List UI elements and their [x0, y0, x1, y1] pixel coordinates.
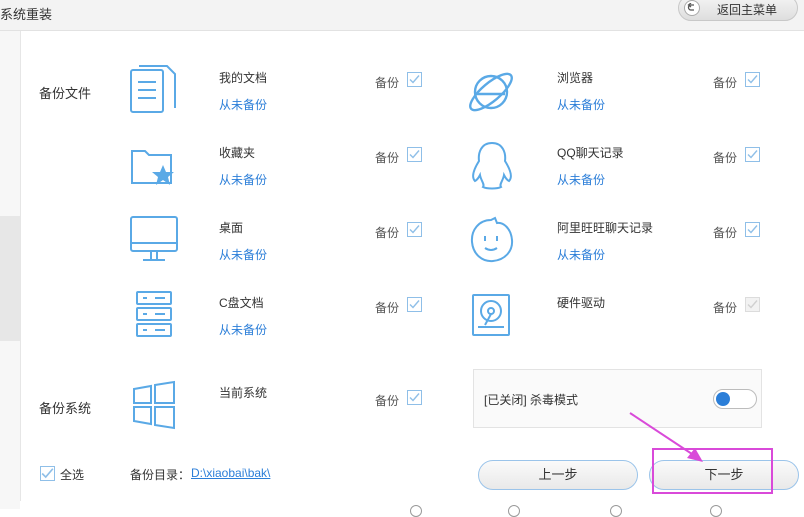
- aliwangwang-icon: [467, 214, 517, 268]
- backup-dir-link[interactable]: D:\xiaobai\bak\: [191, 466, 270, 480]
- favorites-folder-icon: [129, 139, 179, 193]
- back-arrow-icon: [684, 0, 700, 16]
- backup-item-current-system: 当前系统 备份: [129, 379, 429, 433]
- left-panel-highlight: [0, 216, 20, 341]
- item-name: 桌面: [219, 221, 244, 235]
- backup-label: 备份: [713, 226, 738, 240]
- backup-checkbox-desktop[interactable]: [407, 222, 422, 237]
- server-drive-icon: [129, 289, 179, 343]
- windows-logo-icon: [129, 379, 179, 433]
- item-status: 从未备份: [557, 248, 606, 262]
- backup-item-qq-chat: QQ聊天记录 从未备份 备份: [467, 139, 767, 193]
- item-name: 当前系统: [219, 386, 268, 400]
- previous-step-button[interactable]: 上一步: [478, 460, 638, 490]
- backup-checkbox-qq-chat[interactable]: [745, 147, 760, 162]
- return-main-menu-button[interactable]: 返回主菜单: [678, 0, 798, 21]
- backup-item-hardware-drivers: 硬件驱动 备份: [467, 289, 767, 343]
- backup-label: 备份: [375, 76, 400, 90]
- step-dot: [610, 505, 622, 517]
- backup-files-label: 备份文件: [39, 86, 92, 101]
- left-panel-strip: [0, 31, 20, 509]
- item-status: 从未备份: [219, 173, 268, 187]
- item-status: 从未备份: [219, 98, 268, 112]
- hardware-driver-icon: [467, 289, 517, 343]
- documents-icon: [129, 64, 179, 118]
- backup-dir-label: 备份目录：: [130, 468, 191, 482]
- toggle-knob: [716, 392, 730, 406]
- backup-label: 备份: [375, 301, 400, 315]
- antivirus-mode-panel: [已关闭] 杀毒模式: [473, 369, 762, 428]
- item-name: 浏览器: [557, 71, 594, 85]
- item-status: 从未备份: [557, 173, 606, 187]
- app-title: 系统重装: [0, 7, 53, 22]
- item-name: C盘文档: [219, 296, 264, 310]
- antivirus-mode-toggle[interactable]: [713, 389, 757, 409]
- backup-label: 备份: [375, 394, 400, 408]
- backup-label: 备份: [713, 76, 738, 90]
- backup-system-label: 备份系统: [39, 401, 92, 416]
- item-name: QQ聊天记录: [557, 146, 624, 160]
- item-name: 收藏夹: [219, 146, 256, 160]
- select-all-checkbox[interactable]: [40, 466, 55, 481]
- item-name: 我的文档: [219, 71, 268, 85]
- item-name: 硬件驱动: [557, 296, 606, 310]
- backup-checkbox-aliwangwang-chat[interactable]: [745, 222, 760, 237]
- backup-checkbox-browser[interactable]: [745, 72, 760, 87]
- step-dot: [410, 505, 422, 517]
- backup-checkbox-favorites[interactable]: [407, 147, 422, 162]
- item-status: 从未备份: [557, 98, 606, 112]
- backup-checkbox-my-documents[interactable]: [407, 72, 422, 87]
- backup-label: 备份: [713, 151, 738, 165]
- browser-icon: [467, 64, 517, 118]
- monitor-icon: [129, 214, 179, 268]
- backup-checkbox-hardware-drivers[interactable]: [745, 297, 760, 312]
- title-bar: 系统重装 返回主菜单: [0, 0, 804, 31]
- backup-label: 备份: [713, 301, 738, 315]
- backup-item-favorites: 收藏夹 从未备份 备份: [129, 139, 429, 193]
- backup-label: 备份: [375, 151, 400, 165]
- backup-checkbox-c-drive-docs[interactable]: [407, 297, 422, 312]
- backup-checkbox-current-system[interactable]: [407, 390, 422, 405]
- antivirus-mode-label: [已关闭] 杀毒模式: [484, 393, 579, 407]
- item-status: 从未备份: [219, 248, 268, 262]
- annotation-arrow-icon: [629, 412, 703, 462]
- step-dot: [710, 505, 722, 517]
- select-all-label: 全选: [60, 468, 85, 482]
- return-main-menu-label: 返回主菜单: [717, 3, 778, 17]
- step-indicator: [0, 500, 804, 517]
- item-status: 从未备份: [219, 323, 268, 337]
- step-dot: [508, 505, 520, 517]
- backup-item-c-drive-docs: C盘文档 从未备份 备份: [129, 289, 429, 343]
- backup-item-browser: 浏览器 从未备份 备份: [467, 64, 767, 118]
- item-name: 阿里旺旺聊天记录: [557, 221, 654, 235]
- backup-item-desktop: 桌面 从未备份 备份: [129, 214, 429, 268]
- backup-item-aliwangwang-chat: 阿里旺旺聊天记录 从未备份 备份: [467, 214, 767, 268]
- qq-penguin-icon: [467, 139, 517, 193]
- backup-label: 备份: [375, 226, 400, 240]
- backup-item-my-documents: 我的文档 从未备份 备份: [129, 64, 429, 118]
